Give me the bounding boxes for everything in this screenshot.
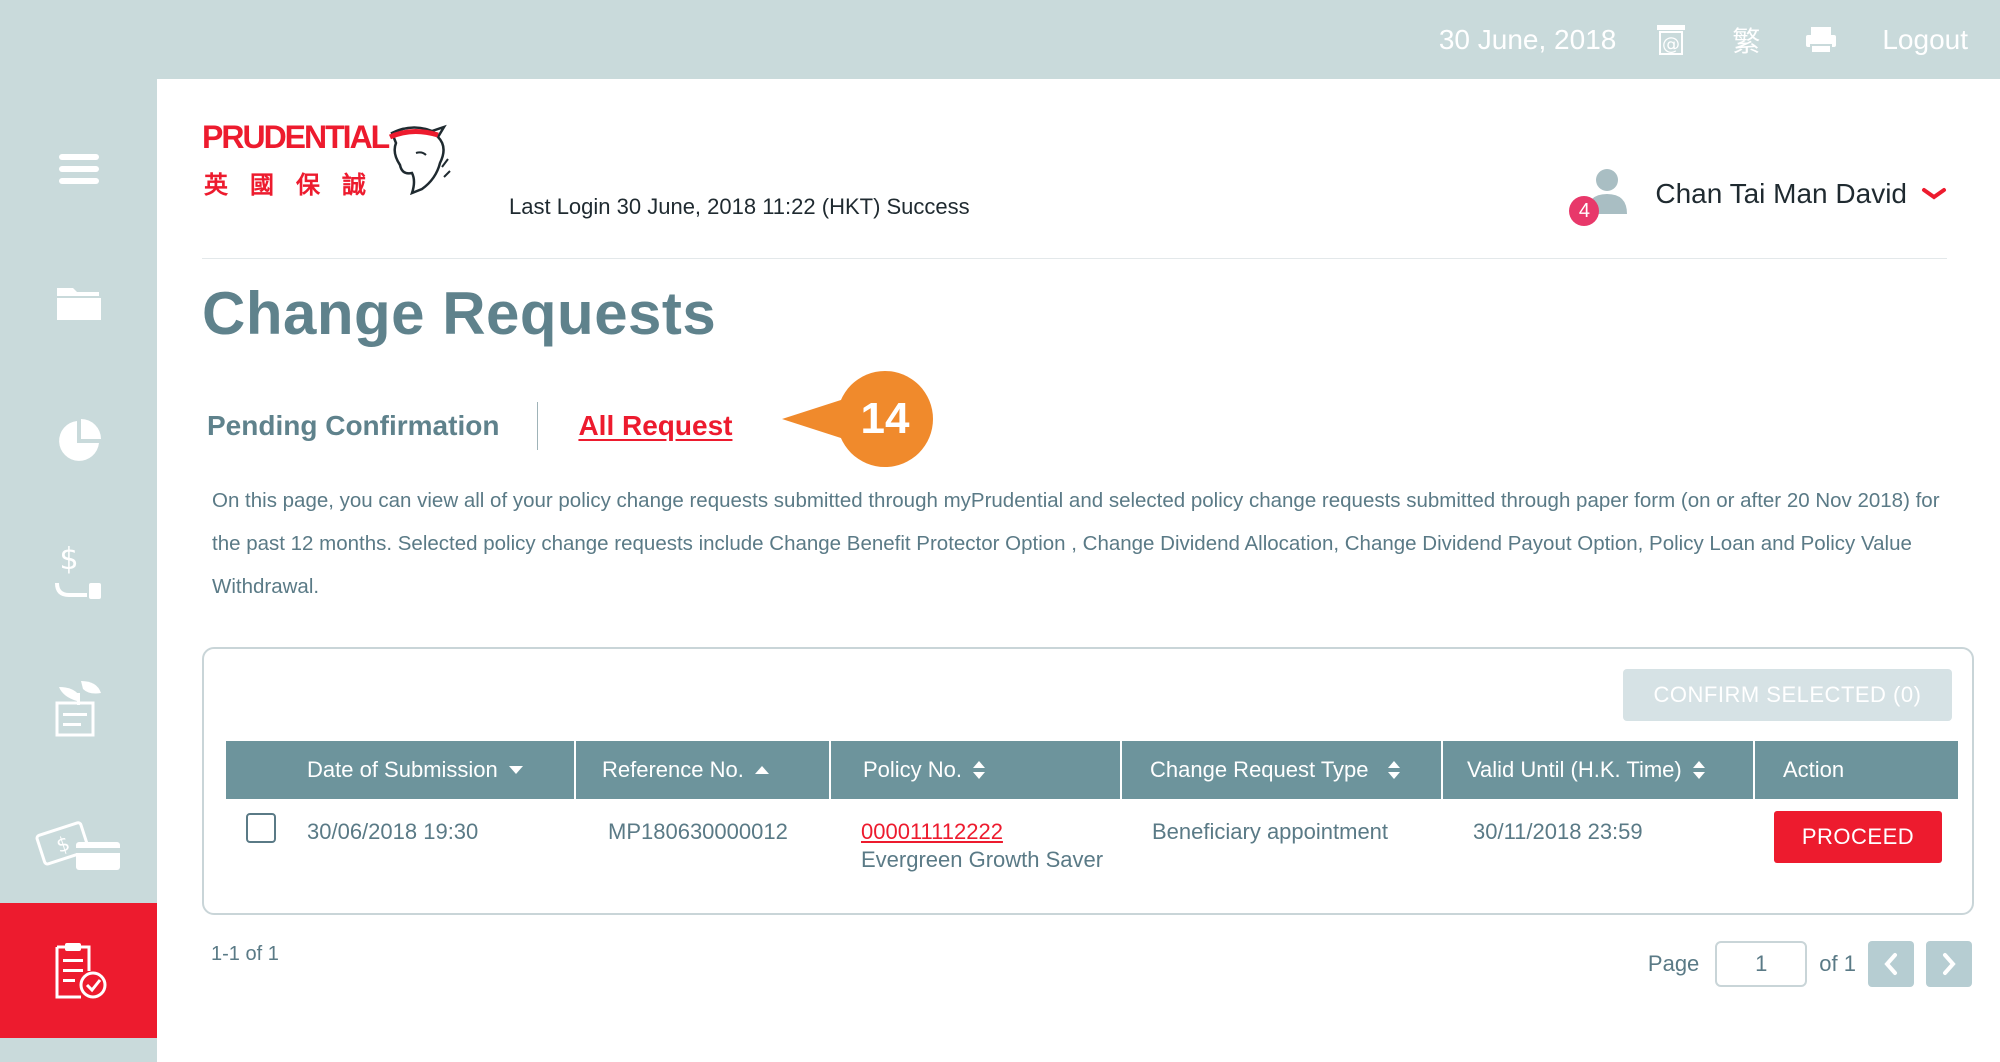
current-date: 30 June, 2018	[1438, 23, 1617, 55]
column-action: Action	[1755, 741, 1958, 799]
policy-number-link[interactable]: 000011112222	[861, 819, 1122, 845]
page-title: Change Requests	[202, 280, 717, 347]
chevron-right-icon	[1943, 953, 1956, 975]
column-label: Action	[1783, 757, 1845, 782]
avatar[interactable]: 4	[1569, 164, 1629, 226]
user-menu[interactable]: 4 Chan Tai Man David	[1569, 159, 1947, 229]
sidebar: $ $	[0, 79, 179, 1062]
sidebar-item-menu[interactable]	[0, 109, 157, 229]
step-callout: 14	[782, 371, 942, 476]
logout-link[interactable]: Logout	[1882, 24, 1968, 56]
sidebar-item-portfolio[interactable]	[0, 381, 157, 501]
pie-chart-icon	[58, 419, 101, 461]
change-request-type: Beneficiary appointment	[1152, 819, 1389, 844]
sort-desc-icon	[508, 765, 524, 775]
proceed-button[interactable]: PROCEED	[1774, 811, 1942, 863]
tab-all-request[interactable]: All Request	[578, 410, 732, 442]
column-policy-no[interactable]: Policy No.	[831, 741, 1122, 799]
intro-text: On this page, you can view all of your p…	[212, 489, 1940, 598]
page-label: Page	[1647, 951, 1700, 976]
sort-asc-icon	[754, 765, 770, 775]
column-change-request-type[interactable]: Change Request Type	[1122, 741, 1443, 799]
column-label: Change Request Type	[1150, 757, 1369, 782]
column-valid-until[interactable]: Valid Until (H.K. Time)	[1443, 741, 1755, 799]
column-date-of-submission[interactable]: Date of Submission	[226, 741, 576, 799]
pagination: Page 1 of 1	[1648, 939, 1972, 989]
top-bar: 30 June, 2018 @ 繁 Logout	[0, 0, 2000, 79]
user-name: Chan Tai Man David	[1655, 178, 1907, 209]
next-page-button[interactable]	[1926, 941, 1972, 987]
table-row: 30/06/2018 19:30 MP180630000012 00001111…	[226, 799, 1958, 909]
sidebar-item-change-requests[interactable]	[0, 903, 179, 1038]
money-hand-icon: $	[54, 543, 101, 599]
confirm-selected-button[interactable]: CONFIRM SELECTED (0)	[1623, 669, 1952, 721]
tab-pending-confirmation[interactable]: Pending Confirmation	[207, 410, 499, 442]
requests-table: CONFIRM SELECTED (0) Date of Submission …	[202, 647, 1974, 915]
previous-page-button[interactable]	[1868, 941, 1914, 987]
sidebar-item-investment[interactable]	[0, 649, 157, 769]
action-cell: PROCEED	[1755, 799, 1958, 909]
policy-cell: 000011112222 Evergreen Growth Saver	[831, 799, 1122, 909]
sort-both-icon	[972, 760, 986, 780]
sort-both-icon	[1692, 760, 1706, 780]
main-panel: PRUDENTIAL 英國保誠 Last Login 30 June, 2018…	[157, 79, 2000, 1062]
prudential-logo[interactable]: PRUDENTIAL 英國保誠	[202, 119, 462, 219]
sidebar-item-payments[interactable]: $	[0, 514, 157, 634]
valid-until: 30/11/2018 23:59	[1473, 819, 1643, 844]
row-select-cell	[226, 799, 307, 909]
svg-text:@: @	[1662, 34, 1680, 55]
column-reference-no[interactable]: Reference No.	[576, 741, 831, 799]
logo-chinese-text: 英國保誠	[204, 171, 388, 199]
page-total: of 1	[1819, 951, 1856, 976]
callout-number: 14	[860, 394, 910, 443]
language-toggle[interactable]: 繁	[1732, 20, 1760, 60]
submission-date: 30/06/2018 19:30	[307, 819, 479, 844]
sort-both-icon	[1387, 760, 1401, 780]
column-label: Date of Submission	[307, 757, 498, 782]
email-icon[interactable]: @	[1654, 23, 1688, 57]
svg-text:$: $	[53, 831, 73, 858]
header: PRUDENTIAL 英國保誠 Last Login 30 June, 2018…	[202, 119, 1947, 259]
column-label: Policy No.	[863, 757, 963, 782]
folder-icon	[56, 288, 101, 320]
chevron-left-icon	[1884, 953, 1897, 975]
table-header: Date of Submission Reference No. Policy …	[226, 741, 1958, 799]
last-login-status: Last Login 30 June, 2018 11:22 (HKT) Suc…	[509, 194, 970, 219]
row-checkbox[interactable]	[246, 813, 276, 843]
reference-number: MP180630000012	[608, 819, 788, 844]
sidebar-item-policies[interactable]	[0, 242, 157, 362]
menu-icon	[58, 154, 99, 184]
page-number-input[interactable]: 1	[1715, 941, 1808, 987]
column-label: Reference No.	[602, 757, 744, 782]
sidebar-item-claims[interactable]: $	[0, 784, 157, 904]
cash-card-icon: $	[35, 821, 120, 870]
chevron-down-icon[interactable]	[1921, 186, 1947, 202]
policy-name: Evergreen Growth Saver	[861, 847, 1104, 872]
record-count: 1-1 of 1	[211, 943, 279, 965]
prudence-head-icon	[388, 124, 451, 195]
column-label: Valid Until (H.K. Time)	[1467, 757, 1682, 782]
logo-text: PRUDENTIAL	[202, 119, 390, 155]
svg-text:$: $	[59, 543, 78, 577]
request-tabs: Pending Confirmation All Request	[207, 401, 732, 451]
document-plant-icon	[55, 681, 101, 737]
checklist-icon	[55, 942, 106, 998]
tab-divider	[537, 402, 539, 450]
print-icon[interactable]	[1804, 25, 1838, 55]
